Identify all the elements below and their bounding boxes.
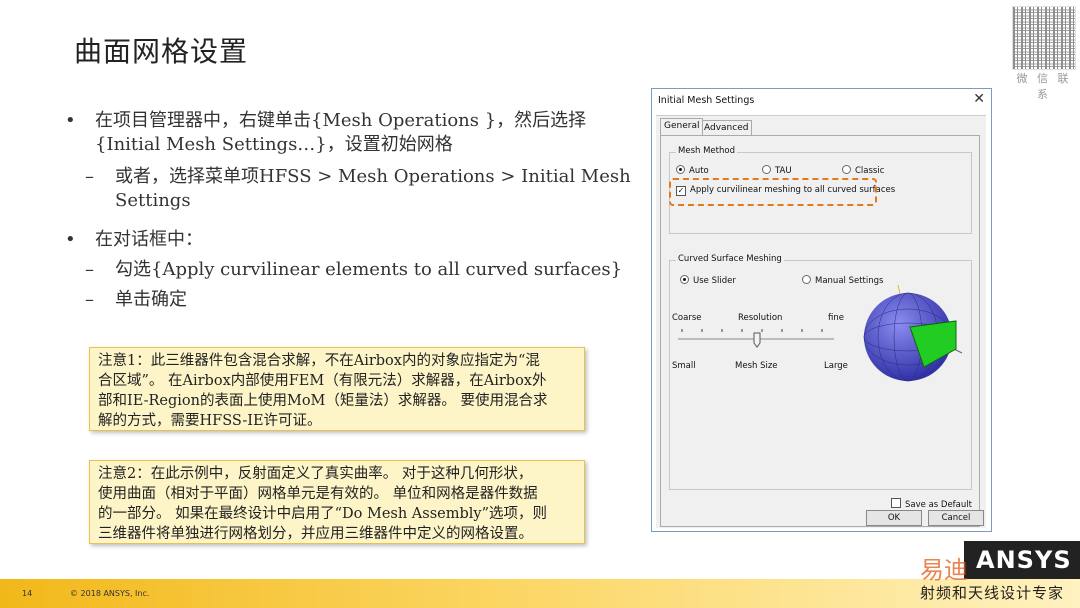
bullet-1: • 在项目管理器中，右键单击{Mesh Operations }，然后选择 {I… xyxy=(65,109,587,157)
curvilinear-highlight xyxy=(669,178,877,206)
radio-classic[interactable]: Classic xyxy=(842,165,884,176)
tab-advanced[interactable]: Advanced xyxy=(700,120,753,135)
initial-mesh-settings-dialog: Initial Mesh Settings ✕ General Advanced… xyxy=(651,88,992,532)
bullet-3: • 在对话框中： xyxy=(65,228,203,252)
radio-tau[interactable]: TAU xyxy=(762,165,792,176)
small-label: Small xyxy=(672,361,696,371)
radio-selected-icon xyxy=(676,165,685,174)
note-2: 注意2：在此示例中，反射面定义了真实曲率。 对于这种几何形状， 使用曲面（相对于… xyxy=(89,460,585,544)
curved-surface-label: Curved Surface Meshing xyxy=(676,254,784,264)
page-number: 14 xyxy=(22,589,33,598)
coarse-label: Coarse xyxy=(672,313,702,323)
note-line: 合区域”。 在Airbox内部使用FEM（有限元法）求解器，在Airbox外 xyxy=(98,373,547,389)
cancel-button[interactable]: Cancel xyxy=(928,510,984,526)
bullet-5-line1: 单击确定 xyxy=(115,289,187,310)
bullet-3-line1: 在对话框中： xyxy=(95,229,203,250)
note-line: 三维器件将单独进行网格划分，并应用三维器件中定义的网格设置。 xyxy=(98,526,533,542)
radio-tau-label: TAU xyxy=(775,166,792,176)
large-label: Large xyxy=(824,361,848,371)
note-1: 注意1：此三维器件包含混合求解，不在Airbox内的对象应指定为“混 合区域”。… xyxy=(89,347,585,431)
note-line: 的一部分。 如果在最终设计中启用了“Do Mesh Assembly”选项，则 xyxy=(98,506,548,522)
close-icon[interactable]: ✕ xyxy=(973,91,985,107)
bullet-1-line1: 在项目管理器中，右键单击{Mesh Operations }，然后选择 xyxy=(95,110,587,131)
bullet-2-line1: 或者，选择菜单项HFSS > Mesh Operations > Initial… xyxy=(115,166,631,187)
resolution-label: Resolution xyxy=(738,313,783,323)
dialog-title: Initial Mesh Settings xyxy=(658,95,755,106)
slider-thumb xyxy=(753,332,761,348)
bullet-marker: • xyxy=(65,229,76,250)
save-as-default-checkbox[interactable]: Save as Default xyxy=(891,498,972,510)
note-line: 注意2：在此示例中，反射面定义了真实曲率。 对于这种几何形状， xyxy=(98,466,533,482)
radio-auto[interactable]: Auto xyxy=(676,165,709,176)
fine-label: fine xyxy=(828,313,844,323)
checkbox-icon xyxy=(891,498,901,508)
bullet-4: – 勾选{Apply curvilinear elements to all c… xyxy=(85,258,623,282)
note-line: 解的方式，需要HFSS-IE许可证。 xyxy=(98,413,322,429)
radio-icon xyxy=(802,275,811,284)
copyright: © 2018 ANSYS, Inc. xyxy=(70,589,150,598)
note-line: 注意1：此三维器件包含混合求解，不在Airbox内的对象应指定为“混 xyxy=(98,353,540,369)
bullet-marker: • xyxy=(65,110,76,131)
mesh-size-label: Mesh Size xyxy=(735,361,778,371)
radio-use-slider[interactable]: Use Slider xyxy=(680,275,736,286)
curved-surface-group: Curved Surface Meshing Use Slider Manual… xyxy=(669,254,972,490)
note-line: 部和IE-Region的表面上使用MoM（矩量法）求解器。 要使用混合求 xyxy=(98,393,548,409)
radio-selected-icon xyxy=(680,275,689,284)
tab-general[interactable]: General xyxy=(660,118,704,135)
mesh-method-label: Mesh Method xyxy=(676,146,737,156)
slide-title: 曲面网格设置 xyxy=(74,35,249,68)
bullet-marker: – xyxy=(85,259,94,280)
note-line: 使用曲面（相对于平面）网格单元是有效的。 单位和网格是器件数据 xyxy=(98,486,538,502)
watermark-text: 射频和天线设计专家 xyxy=(920,584,1065,602)
ansys-logo: ANSYS xyxy=(964,541,1080,579)
bullet-2-line2: Settings xyxy=(115,190,191,211)
bullet-4-line1: 勾选{Apply curvilinear elements to all cur… xyxy=(115,259,623,280)
bullet-2: – 或者，选择菜单项HFSS > Mesh Operations > Initi… xyxy=(85,165,631,213)
bullet-marker: – xyxy=(85,289,94,310)
bullet-1-line2: {Initial Mesh Settings…}，设置初始网格 xyxy=(95,134,453,155)
dialog-body: General Advanced Mesh Method Auto TAU Cl… xyxy=(656,115,986,528)
radio-auto-label: Auto xyxy=(689,166,709,176)
ok-button[interactable]: OK xyxy=(866,510,922,526)
bullet-5: – 单击确定 xyxy=(85,288,187,312)
bullet-marker: – xyxy=(85,166,94,187)
qr-code-icon xyxy=(1012,6,1076,70)
qr-caption: 微 信 联 系 xyxy=(1016,72,1072,101)
logo-text: ANSYS xyxy=(976,546,1072,574)
footer-bar: 14 © 2018 ANSYS, Inc. xyxy=(0,579,1080,608)
radio-icon xyxy=(762,165,771,174)
general-panel: Mesh Method Auto TAU Classic ✓ Apply curv… xyxy=(660,135,980,527)
radio-icon xyxy=(842,165,851,174)
radio-classic-label: Classic xyxy=(855,166,885,176)
resolution-slider[interactable] xyxy=(674,325,844,349)
mesh-sphere-preview xyxy=(863,284,963,382)
save-as-default-label: Save as Default xyxy=(905,500,972,510)
radio-use-slider-label: Use Slider xyxy=(693,276,736,286)
watermark-logo: 易迪 xyxy=(920,556,968,584)
